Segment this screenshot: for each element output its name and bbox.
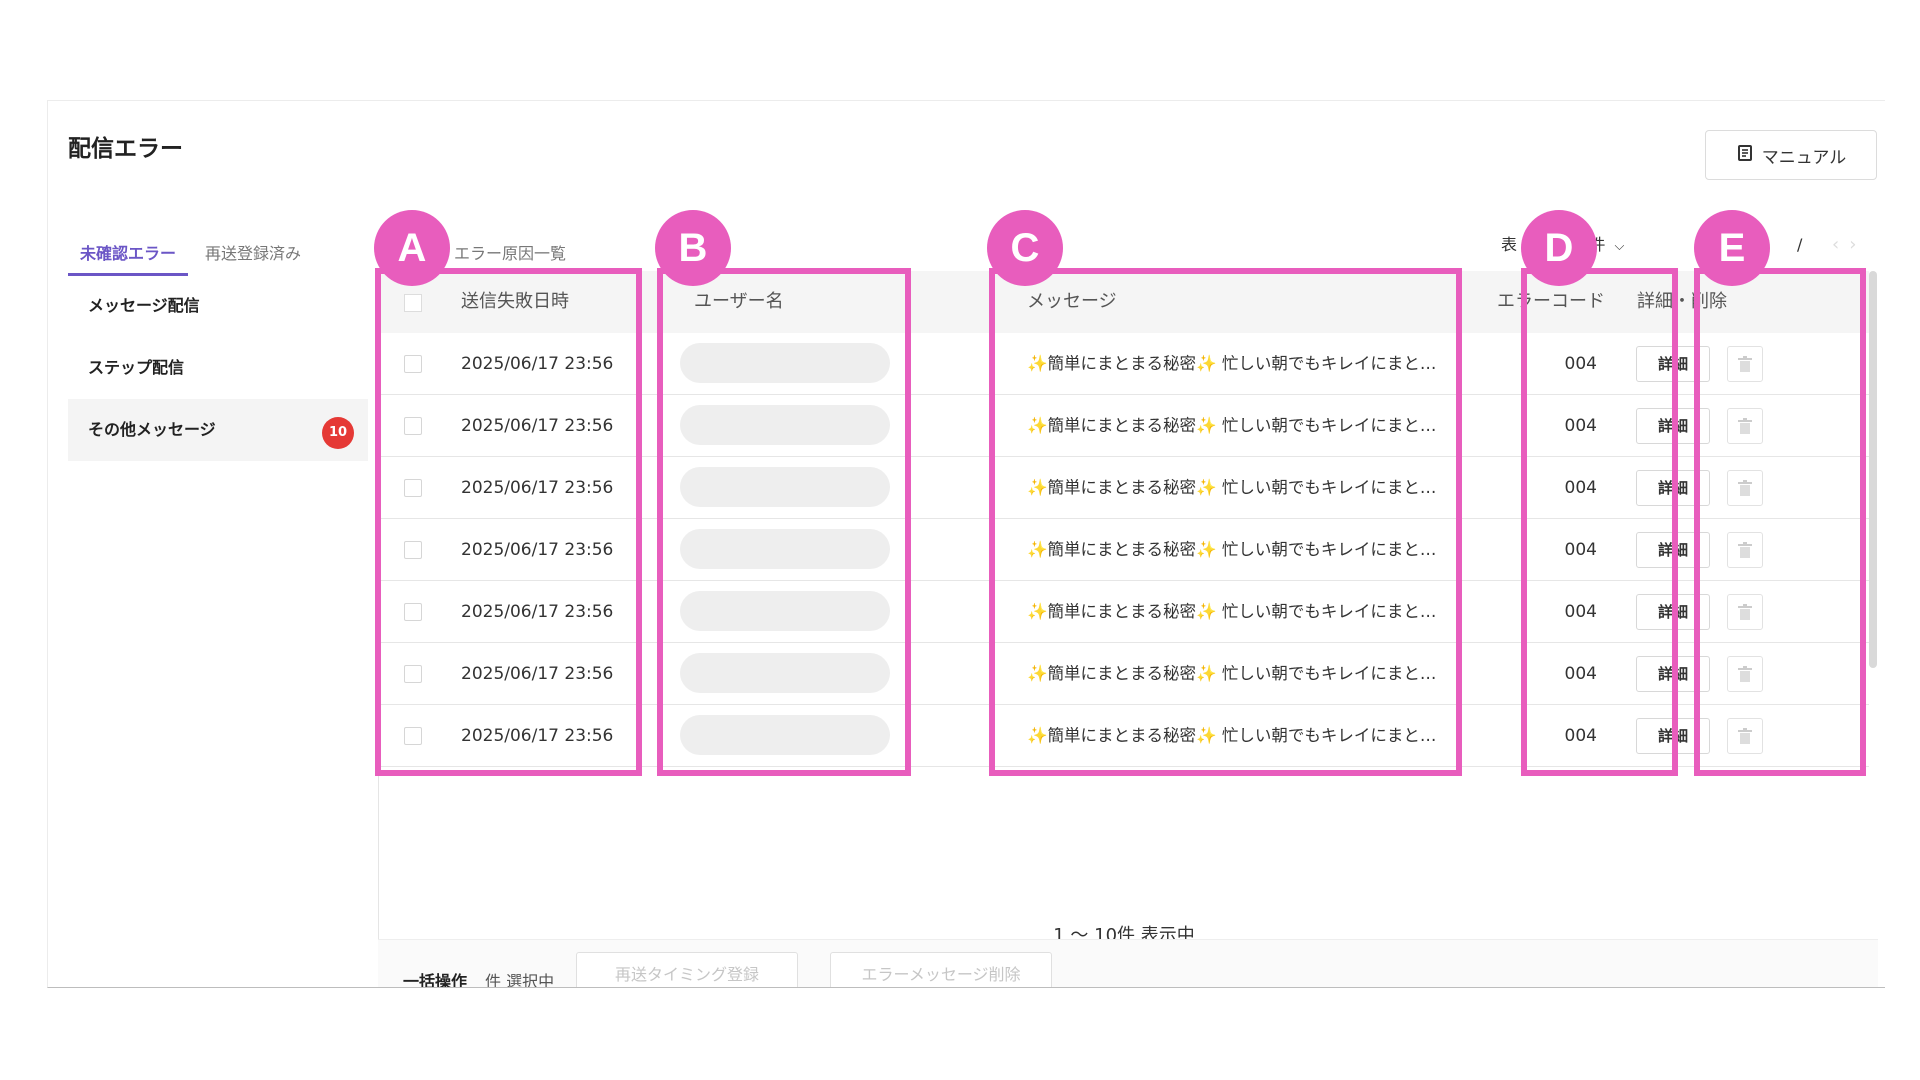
sent-failed-datetime: 2025/06/17 23:56 xyxy=(461,478,614,498)
trash-icon xyxy=(1738,356,1752,372)
table-row: 2025/06/17 23:56 ✨簡単にまとまる秘密✨ 忙しい朝でもキレイにま… xyxy=(379,705,1869,767)
error-code: 004 xyxy=(1564,664,1597,684)
detail-button[interactable]: 詳細 xyxy=(1636,718,1710,754)
page-title: 配信エラー xyxy=(68,136,183,162)
annotation-marker-e: E xyxy=(1694,210,1770,286)
delete-error-messages-button[interactable]: エラーメッセージ削除 xyxy=(830,952,1052,987)
bulk-action-bar: 一括操作 件 選択中 再送タイミング登録 エラーメッセージ削除 xyxy=(378,939,1878,988)
message-preview: ✨簡単にまとまる秘密✨ 忙しい朝でもキレイにまと… xyxy=(1027,478,1437,497)
user-name-placeholder xyxy=(680,715,890,755)
detail-button[interactable]: 詳細 xyxy=(1636,470,1710,506)
error-table: 送信失敗日時 ユーザー名 メッセージ エラーコード 詳細・削除 2025/06/… xyxy=(378,271,1878,987)
tab-error-causes[interactable]: エラー原因一覧 xyxy=(436,235,584,273)
error-code: 004 xyxy=(1564,540,1597,560)
sidebar-item-other-messages[interactable]: その他メッセージ 10 xyxy=(68,399,368,461)
table-row: 2025/06/17 23:56 ✨簡単にまとまる秘密✨ 忙しい朝でもキレイにま… xyxy=(379,581,1869,643)
delete-button[interactable] xyxy=(1727,346,1763,382)
message-preview: ✨簡単にまとまる秘密✨ 忙しい朝でもキレイにまと… xyxy=(1027,354,1437,373)
sent-failed-datetime: 2025/06/17 23:56 xyxy=(461,354,614,374)
user-name-placeholder xyxy=(680,529,890,569)
sidebar-item-label: ステップ配信 xyxy=(88,358,185,377)
trash-icon xyxy=(1738,604,1752,620)
sent-failed-datetime: 2025/06/17 23:56 xyxy=(461,726,614,746)
select-all-checkbox[interactable] xyxy=(404,294,422,312)
trash-icon xyxy=(1738,418,1752,434)
detail-button[interactable]: 詳細 xyxy=(1636,346,1710,382)
user-name-placeholder xyxy=(680,653,890,693)
column-header-sent-failed-at: 送信失敗日時 xyxy=(461,291,569,312)
row-checkbox[interactable] xyxy=(404,355,422,373)
sidebar-item-message-delivery[interactable]: メッセージ配信 xyxy=(68,275,368,337)
annotation-marker-b: B xyxy=(655,210,731,286)
bulk-title: 一括操作 xyxy=(403,972,468,988)
detail-button[interactable]: 詳細 xyxy=(1636,656,1710,692)
page-nav-arrows[interactable]: ‹› xyxy=(1832,225,1866,265)
trash-icon xyxy=(1738,480,1752,496)
user-name-placeholder xyxy=(680,591,890,631)
row-checkbox[interactable] xyxy=(404,417,422,435)
bulk-selected-count: 件 選択中 xyxy=(485,972,555,988)
message-preview: ✨簡単にまとまる秘密✨ 忙しい朝でもキレイにまと… xyxy=(1027,726,1437,745)
delete-button[interactable] xyxy=(1727,408,1763,444)
annotation-marker-a: A xyxy=(374,210,450,286)
annotation-marker-d: D xyxy=(1521,210,1597,286)
sidebar-item-label: その他メッセージ xyxy=(88,420,216,439)
sidebar-item-label: メッセージ配信 xyxy=(88,296,200,315)
tab-unconfirmed-errors[interactable]: 未確認エラー xyxy=(68,235,188,276)
delete-button[interactable] xyxy=(1727,470,1763,506)
row-checkbox[interactable] xyxy=(404,665,422,683)
error-code: 004 xyxy=(1564,416,1597,436)
delete-button[interactable] xyxy=(1727,594,1763,630)
row-checkbox[interactable] xyxy=(404,479,422,497)
error-code: 004 xyxy=(1564,602,1597,622)
user-name-placeholder xyxy=(680,405,890,445)
trash-icon xyxy=(1738,728,1752,744)
table-scrollbar[interactable] xyxy=(1869,271,1877,668)
table-row: 2025/06/17 23:56 ✨簡単にまとまる秘密✨ 忙しい朝でもキレイにま… xyxy=(379,333,1869,395)
detail-button[interactable]: 詳細 xyxy=(1636,532,1710,568)
manual-label: マニュアル xyxy=(1761,147,1847,168)
sent-failed-datetime: 2025/06/17 23:56 xyxy=(461,664,614,684)
annotation-marker-c: C xyxy=(987,210,1063,286)
message-preview: ✨簡単にまとまる秘密✨ 忙しい朝でもキレイにまと… xyxy=(1027,416,1437,435)
detail-button[interactable]: 詳細 xyxy=(1636,408,1710,444)
row-checkbox[interactable] xyxy=(404,603,422,621)
tab-resend-registered[interactable]: 再送登録済み xyxy=(192,235,314,273)
table-row: 2025/06/17 23:56 ✨簡単にまとまる秘密✨ 忙しい朝でもキレイにま… xyxy=(379,519,1869,581)
sent-failed-datetime: 2025/06/17 23:56 xyxy=(461,602,614,622)
table-row: 2025/06/17 23:56 ✨簡単にまとまる秘密✨ 忙しい朝でもキレイにま… xyxy=(379,395,1869,457)
error-code: 004 xyxy=(1564,726,1597,746)
error-code: 004 xyxy=(1564,354,1597,374)
table-row: 2025/06/17 23:56 ✨簡単にまとまる秘密✨ 忙しい朝でもキレイにま… xyxy=(379,643,1869,705)
resend-timing-button[interactable]: 再送タイミング登録 xyxy=(576,952,798,987)
message-preview: ✨簡単にまとまる秘密✨ 忙しい朝でもキレイにまと… xyxy=(1027,540,1437,559)
delete-button[interactable] xyxy=(1727,532,1763,568)
count-badge: 10 xyxy=(322,417,354,449)
delete-button[interactable] xyxy=(1727,718,1763,754)
user-name-placeholder xyxy=(680,343,890,383)
detail-button[interactable]: 詳細 xyxy=(1636,594,1710,630)
row-checkbox[interactable] xyxy=(404,727,422,745)
chevron-down-icon: ⌵ xyxy=(1614,239,1625,254)
trash-icon xyxy=(1738,666,1752,682)
trash-icon xyxy=(1738,542,1752,558)
error-code: 004 xyxy=(1564,478,1597,498)
sent-failed-datetime: 2025/06/17 23:56 xyxy=(461,540,614,560)
manual-button[interactable]: マニュアル xyxy=(1705,130,1877,180)
book-icon xyxy=(1736,144,1754,167)
app-frame: 配信エラー マニュアル 未確認エラー 再送登録済み 履歴 エラー原因一覧 メッセ… xyxy=(47,100,1885,988)
delete-button[interactable] xyxy=(1727,656,1763,692)
sent-failed-datetime: 2025/06/17 23:56 xyxy=(461,416,614,436)
message-preview: ✨簡単にまとまる秘密✨ 忙しい朝でもキレイにまと… xyxy=(1027,602,1437,621)
sidebar-item-step-delivery[interactable]: ステップ配信 xyxy=(68,337,368,399)
row-checkbox[interactable] xyxy=(404,541,422,559)
sidebar: メッセージ配信 ステップ配信 その他メッセージ 10 xyxy=(68,275,368,461)
user-name-placeholder xyxy=(680,467,890,507)
table-row: 2025/06/17 23:56 ✨簡単にまとまる秘密✨ 忙しい朝でもキレイにま… xyxy=(379,457,1869,519)
message-preview: ✨簡単にまとまる秘密✨ 忙しい朝でもキレイにまと… xyxy=(1027,664,1437,683)
table-header: 送信失敗日時 ユーザー名 メッセージ エラーコード 詳細・削除 xyxy=(379,271,1869,333)
